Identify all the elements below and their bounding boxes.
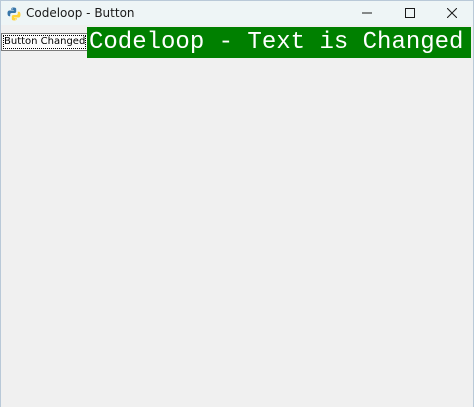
client-area: Button Changed Codeloop - Text is Change…	[1, 25, 473, 407]
minimize-icon	[362, 8, 372, 18]
window-title: Codeloop - Button	[26, 6, 135, 20]
app-window: Codeloop - Button Button Changed Codeloo…	[0, 0, 474, 407]
close-button[interactable]	[430, 1, 474, 25]
status-label: Codeloop - Text is Changed	[87, 27, 471, 58]
minimize-button[interactable]	[345, 1, 389, 25]
change-button[interactable]: Button Changed	[1, 33, 89, 51]
close-icon	[447, 8, 457, 18]
maximize-button[interactable]	[388, 1, 432, 25]
python-icon	[7, 6, 21, 21]
maximize-icon	[405, 8, 415, 18]
title-bar[interactable]: Codeloop - Button	[1, 1, 473, 25]
